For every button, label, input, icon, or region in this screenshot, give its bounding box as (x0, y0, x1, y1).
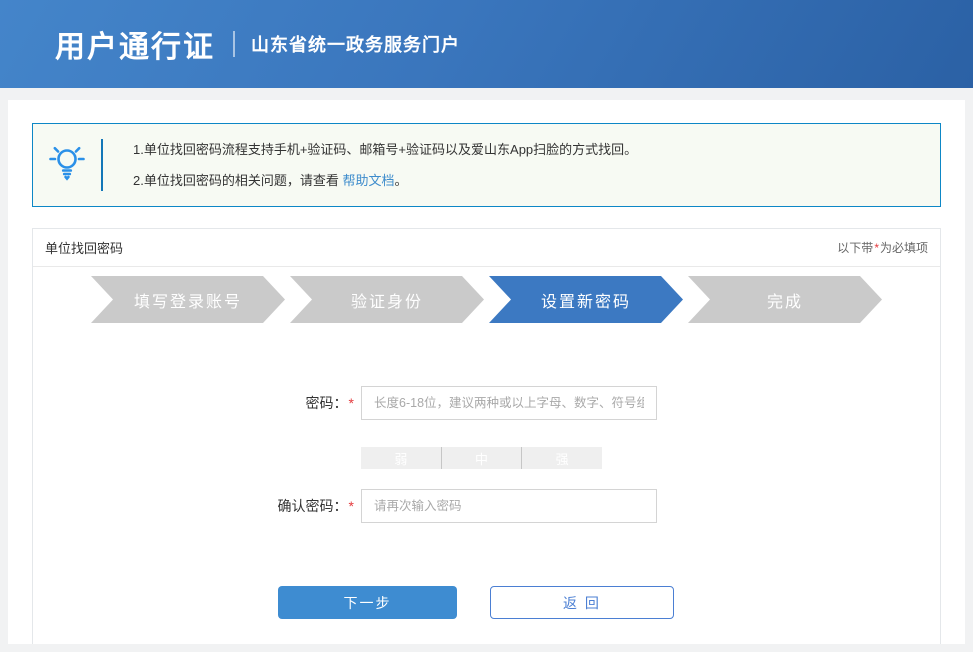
content-card: 1.单位找回密码流程支持手机+验证码、邮箱号+验证码以及爱山东App扫脸的方式找… (8, 100, 965, 644)
tip-line-2: 2.单位找回密码的相关问题，请查看 帮助文档。 (133, 165, 637, 196)
header-divider (233, 31, 235, 57)
action-buttons: 下一步 返 回 (278, 586, 940, 619)
confirm-password-row: 确认密码：* (205, 489, 940, 523)
password-label: 密码：* (205, 393, 355, 413)
confirm-password-label: 确认密码：* (205, 496, 355, 516)
next-step-button[interactable]: 下一步 (278, 586, 457, 619)
step-complete: 完成 (688, 276, 882, 323)
strength-strong: 强 (522, 447, 602, 469)
page-header: 用户通行证 山东省统一政务服务门户 (0, 0, 973, 88)
required-star: * (874, 241, 879, 255)
back-button[interactable]: 返 回 (490, 586, 674, 619)
tip-box: 1.单位找回密码流程支持手机+验证码、邮箱号+验证码以及爱山东App扫脸的方式找… (32, 123, 941, 207)
portal-subtitle: 山东省统一政务服务门户 (251, 31, 460, 57)
strength-weak: 弱 (361, 447, 442, 469)
step-verify-identity: 验证身份 (290, 276, 484, 323)
tip-icon-wrap (33, 141, 101, 190)
password-strength-meter: 弱 中 强 (361, 447, 602, 469)
password-input[interactable] (361, 386, 657, 420)
strength-medium: 中 (442, 447, 523, 469)
required-note: 以下带*为必填项 (837, 239, 928, 256)
step-set-new-password: 设置新密码 (489, 276, 683, 323)
lightbulb-icon (47, 141, 87, 190)
panel-header: 单位找回密码 以下带*为必填项 (33, 229, 940, 267)
password-row: 密码：* (205, 386, 940, 420)
tip-line-1: 1.单位找回密码流程支持手机+验证码、邮箱号+验证码以及爱山东App扫脸的方式找… (133, 134, 637, 165)
help-doc-link[interactable]: 帮助文档 (342, 173, 394, 188)
portal-title: 用户通行证 (55, 22, 215, 66)
recover-password-panel: 单位找回密码 以下带*为必填项 填写登录账号 验证身份 设置新密码 完成 密码：… (32, 228, 941, 644)
step-wizard: 填写登录账号 验证身份 设置新密码 完成 (33, 276, 940, 323)
step-fill-account: 填写登录账号 (91, 276, 285, 323)
panel-title: 单位找回密码 (45, 238, 123, 257)
confirm-password-input[interactable] (361, 489, 657, 523)
confirm-required-star: * (349, 498, 354, 514)
password-required-star: * (349, 395, 354, 411)
tip-text: 1.单位找回密码流程支持手机+验证码、邮箱号+验证码以及爱山东App扫脸的方式找… (103, 134, 637, 196)
